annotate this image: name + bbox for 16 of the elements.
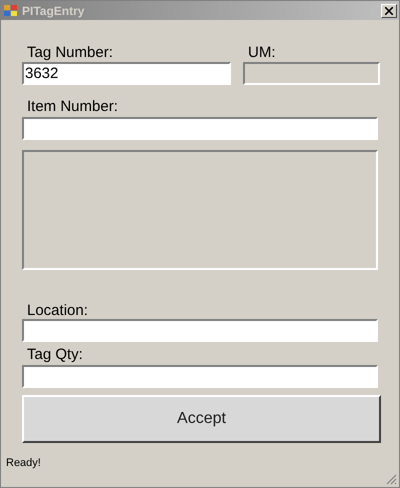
field-label: UM: xyxy=(248,44,276,61)
field-label: Item Number: xyxy=(27,98,119,115)
field-label: Location: xyxy=(27,302,89,319)
window-title: PITagEntry xyxy=(22,2,86,20)
status-text: Ready! xyxy=(6,456,41,470)
close-icon xyxy=(385,6,393,14)
close-button[interactable] xyxy=(381,4,397,18)
field-label: Tag Qty: xyxy=(27,346,84,363)
input-field[interactable] xyxy=(22,117,378,140)
app-icon xyxy=(3,4,19,18)
input-field[interactable] xyxy=(22,365,378,388)
resize-grip-icon xyxy=(386,474,397,485)
accept-button[interactable]: Accept xyxy=(22,395,381,443)
input-field[interactable]: 3632 xyxy=(22,62,231,85)
field-label: Tag Number: xyxy=(27,44,114,61)
input-field[interactable] xyxy=(22,319,378,342)
